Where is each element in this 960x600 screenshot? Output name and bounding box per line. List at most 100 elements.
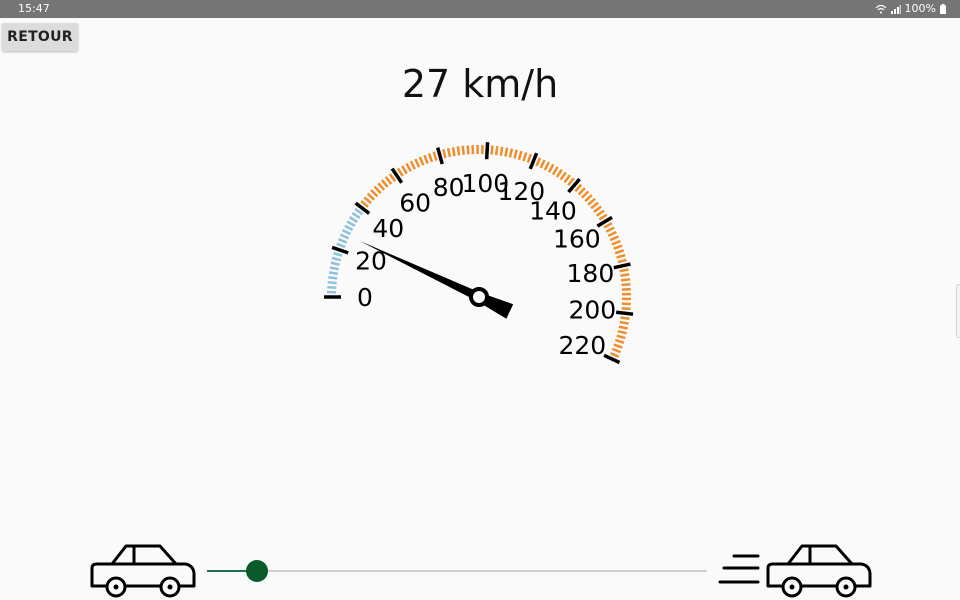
gauge-tick-label: 160 <box>553 224 601 253</box>
gauge-minor-tick <box>584 194 593 203</box>
gauge-minor-tick <box>370 189 379 198</box>
gauge-minor-tick <box>595 209 605 217</box>
gauge-minor-tick <box>607 230 617 237</box>
gauge-minor-tick <box>328 276 338 280</box>
gauge-minor-tick <box>522 152 528 162</box>
gauge-minor-tick <box>613 343 623 349</box>
gauge-minor-tick <box>418 156 425 166</box>
gauge-minor-tick <box>373 185 382 194</box>
gauge-minor-tick <box>341 229 352 236</box>
gauge-minor-tick <box>337 238 348 244</box>
gauge-minor-tick <box>328 271 339 276</box>
gauge-minor-tick <box>339 233 350 240</box>
gauge-tick-label: 200 <box>568 296 616 325</box>
gauge-minor-tick <box>616 253 626 259</box>
gauge-minor-tick <box>617 258 627 264</box>
gauge-minor-tick <box>547 163 555 173</box>
gauge-needle-hub <box>469 287 489 307</box>
gauge-major-tick <box>331 245 349 255</box>
gauge-minor-tick <box>611 347 622 354</box>
speed-slider[interactable] <box>207 558 707 584</box>
gauge-minor-tick <box>401 165 408 175</box>
gauge-minor-tick <box>327 280 337 285</box>
gauge-tick-label: 180 <box>567 259 615 288</box>
gauge-minor-tick <box>330 261 340 266</box>
gauge-minor-tick <box>508 148 514 158</box>
gauge-minor-tick <box>346 220 356 227</box>
gauge-minor-tick <box>409 160 417 170</box>
gauge-minor-tick <box>613 244 623 250</box>
gauge-minor-tick <box>619 320 629 325</box>
gauge-major-tick <box>436 147 444 165</box>
gauge-minor-tick <box>577 187 586 196</box>
gauge-minor-tick <box>587 197 596 206</box>
gauge-minor-tick <box>543 161 551 171</box>
fast-car-icon <box>718 544 872 598</box>
gauge-minor-tick <box>620 278 631 282</box>
gauge-minor-tick <box>581 190 590 199</box>
gauge-minor-tick <box>377 182 386 191</box>
gauge-minor-tick <box>513 149 518 159</box>
gauge-minor-tick <box>405 162 412 172</box>
gauge-tick-label: 80 <box>433 173 465 202</box>
gauge-minor-tick <box>517 150 523 161</box>
gauge-minor-tick <box>414 158 421 168</box>
gauge-minor-tick <box>461 145 465 155</box>
gauge-major-tick <box>484 142 490 160</box>
gauge-minor-tick <box>620 273 630 277</box>
gauge-minor-tick <box>499 146 504 156</box>
gauge-minor-tick <box>331 256 342 262</box>
gauge-minor-tick <box>442 148 447 159</box>
gauge-minor-tick <box>333 251 343 257</box>
gauge-minor-tick <box>614 249 625 255</box>
slider-thumb[interactable] <box>246 560 268 582</box>
gauge-needle <box>359 240 514 319</box>
speedometer-gauge: 020406080100120140160180200220 <box>324 142 634 365</box>
gauge-tick-label: 0 <box>357 283 373 312</box>
gauge-minor-tick <box>354 207 364 216</box>
gauge-minor-tick <box>618 325 628 330</box>
gauge-minor-tick <box>363 196 372 205</box>
gauge-minor-tick <box>559 171 567 181</box>
gauge-minor-tick <box>610 352 620 358</box>
gauge-minor-tick <box>621 306 631 311</box>
gauge-minor-tick <box>555 168 563 178</box>
gauge-minor-tick <box>427 153 434 163</box>
gauge-minor-tick <box>535 157 542 167</box>
gauge-minor-tick <box>490 145 494 155</box>
gauge-minor-tick <box>380 179 389 188</box>
edge-panel-handle[interactable] <box>956 284 960 338</box>
gauge-minor-tick <box>593 205 602 213</box>
gauge-minor-tick <box>396 167 404 177</box>
gauge-minor-tick <box>617 329 627 335</box>
gauge-minor-tick <box>451 147 456 157</box>
gauge-minor-tick <box>423 154 429 164</box>
gauge-minor-tick <box>590 201 599 210</box>
gauge-minor-tick <box>329 266 339 271</box>
gauge-minor-tick <box>620 316 630 320</box>
gauge-minor-tick <box>446 147 452 158</box>
gauge-minor-tick <box>366 192 376 201</box>
gauge-minor-tick <box>344 224 354 232</box>
gauge-minor-tick <box>551 166 559 176</box>
gauge-minor-tick <box>351 211 361 220</box>
gauge-minor-tick <box>432 151 438 161</box>
gauge-minor-tick <box>504 147 509 157</box>
gauge-minor-tick <box>327 285 337 289</box>
gauge-minor-tick <box>598 213 608 221</box>
gauge-minor-tick <box>526 153 533 164</box>
gauge-minor-tick <box>619 268 629 273</box>
gauge-minor-tick <box>494 145 499 156</box>
gauge-minor-tick <box>609 235 619 242</box>
gauge-minor-tick <box>539 159 546 169</box>
gauge-minor-tick <box>466 145 470 155</box>
gauge-minor-tick <box>388 173 397 182</box>
gauge-tick-label: 140 <box>529 196 577 225</box>
gauge-minor-tick <box>603 222 613 229</box>
gauge-minor-tick <box>614 338 625 345</box>
gauge-tick-label: 220 <box>558 331 606 360</box>
slider-track <box>207 570 707 572</box>
gauge-major-tick <box>613 262 631 270</box>
gauge-minor-tick <box>456 146 461 156</box>
gauge-minor-tick <box>611 239 621 246</box>
